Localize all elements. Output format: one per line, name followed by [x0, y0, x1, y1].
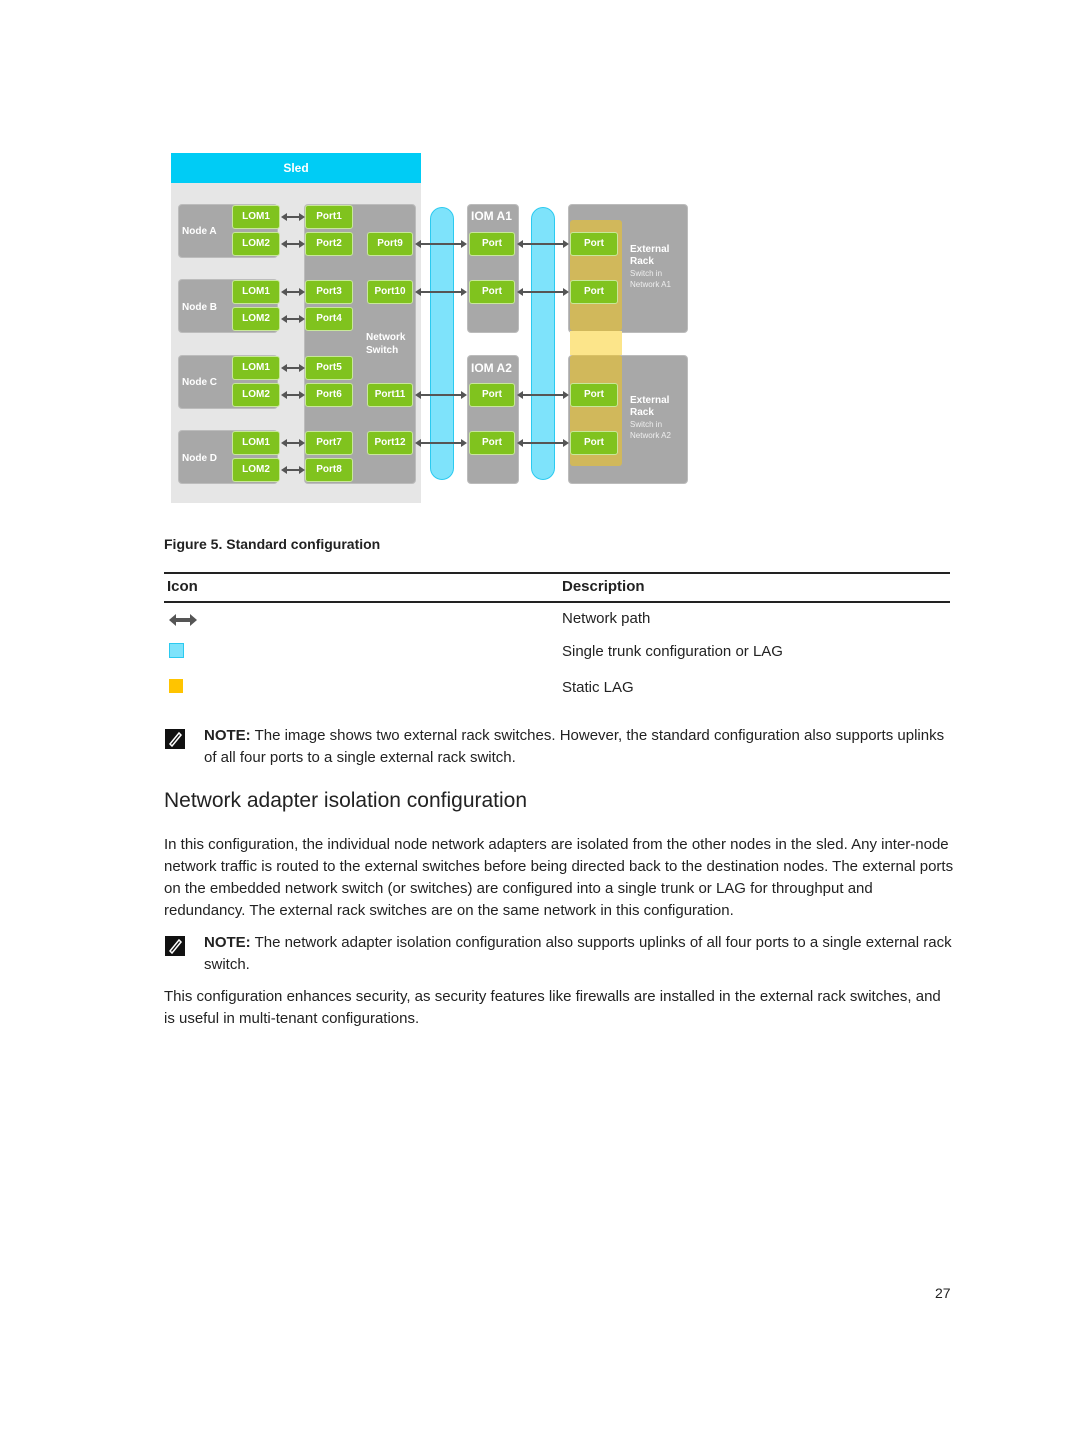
network-switch-label-2: Switch: [366, 345, 399, 356]
external-rack-a2-sub-2: Network A2: [630, 431, 671, 440]
node-d-label: Node D: [182, 453, 217, 464]
table-row-description: Network path: [562, 610, 651, 627]
network-path-arrow: [517, 288, 569, 296]
node-c-label: Node C: [182, 377, 217, 388]
external-rack-a1-sub-1: Switch in: [630, 269, 663, 278]
switch-port: Port6: [305, 383, 353, 407]
iom-a1-label: IOM A1: [471, 209, 512, 223]
iom-port: Port: [469, 383, 515, 407]
external-rack-a2-sub-1: Switch in: [630, 420, 663, 429]
external-rack-a2-title-1: External: [630, 395, 670, 406]
note-label: NOTE:: [204, 934, 251, 951]
switch-port: Port8: [305, 458, 353, 482]
uplink-port: Port9: [367, 232, 413, 256]
iom-a1-box: [467, 204, 519, 333]
single-trunk-lag-bar: [531, 207, 555, 480]
uplink-port: Port10: [367, 280, 413, 304]
lom-port: LOM2: [232, 232, 280, 256]
external-port: Port: [570, 280, 618, 304]
network-path-arrow: [415, 439, 467, 447]
network-path-arrow: [281, 439, 305, 447]
switch-port: Port2: [305, 232, 353, 256]
switch-port: Port1: [305, 205, 353, 229]
iom-port: Port: [469, 232, 515, 256]
lom-port: LOM1: [232, 280, 280, 304]
uplink-port: Port11: [367, 383, 413, 407]
network-path-arrow: [281, 364, 305, 372]
external-rack-a1-title-2: Rack: [630, 256, 654, 267]
network-path-arrow: [415, 240, 467, 248]
note-standard-config: NOTE: The image shows two external rack …: [204, 725, 954, 769]
network-path-arrow: [281, 288, 305, 296]
sled-header: Sled: [171, 153, 421, 183]
node-a-label: Node A: [182, 226, 217, 237]
note-label: NOTE:: [204, 727, 251, 744]
lom-port: LOM1: [232, 356, 280, 380]
lom-port: LOM2: [232, 307, 280, 331]
network-path-arrow: [281, 315, 305, 323]
standard-configuration-diagram: Sled Node A Node B Node C Node D Network…: [0, 0, 1080, 520]
network-path-arrow: [517, 391, 569, 399]
node-b-label: Node B: [182, 302, 217, 313]
network-path-arrow: [415, 288, 467, 296]
network-path-arrow: [517, 240, 569, 248]
uplink-port: Port12: [367, 431, 413, 455]
external-port: Port: [570, 431, 618, 455]
double-arrow-icon: [169, 613, 197, 626]
iom-a2-label: IOM A2: [471, 361, 512, 375]
note-pencil-icon: [165, 729, 185, 749]
paragraph-isolation: In this configuration, the individual no…: [164, 836, 954, 919]
table-top-rule: [164, 572, 950, 574]
external-port: Port: [570, 232, 618, 256]
network-path-arrow: [415, 391, 467, 399]
external-port: Port: [570, 383, 618, 407]
note-text: The image shows two external rack switch…: [204, 727, 945, 766]
table-header-rule: [164, 601, 950, 603]
static-lag-region: [570, 331, 622, 355]
external-rack-a1-sub-2: Network A1: [630, 280, 671, 289]
note-isolation-config: NOTE: The network adapter isolation conf…: [204, 932, 954, 976]
switch-port: Port5: [305, 356, 353, 380]
switch-port: Port3: [305, 280, 353, 304]
network-switch-label-1: Network: [366, 332, 406, 343]
switch-port: Port4: [305, 307, 353, 331]
table-row-description: Single trunk configuration or LAG: [562, 643, 783, 660]
network-path-arrow: [517, 439, 569, 447]
iom-port: Port: [469, 431, 515, 455]
table-header-description: Description: [562, 578, 645, 595]
switch-port: Port7: [305, 431, 353, 455]
note-pencil-icon: [165, 936, 185, 956]
lom-port: LOM2: [232, 458, 280, 482]
note-text: The network adapter isolation configurat…: [204, 934, 952, 973]
yellow-square-icon: [169, 679, 183, 693]
lom-port: LOM2: [232, 383, 280, 407]
figure-caption: Figure 5. Standard configuration: [164, 536, 381, 552]
lom-port: LOM1: [232, 431, 280, 455]
network-path-arrow: [281, 466, 305, 474]
single-trunk-lag-bar: [430, 207, 454, 480]
external-rack-a1-title-1: External: [630, 244, 670, 255]
external-rack-a2-title-2: Rack: [630, 407, 654, 418]
network-path-arrow: [281, 240, 305, 248]
table-header-icon: Icon: [167, 578, 198, 595]
lom-port: LOM1: [232, 205, 280, 229]
network-path-arrow: [281, 391, 305, 399]
section-title: Network adapter isolation configuration: [164, 789, 528, 812]
network-path-arrow: [281, 213, 305, 221]
table-row-description: Static LAG: [562, 679, 634, 696]
blue-square-icon: [169, 643, 184, 658]
page-number: 27: [935, 1285, 951, 1301]
paragraph-security: This configuration enhances security, as…: [164, 988, 941, 1027]
iom-port: Port: [469, 280, 515, 304]
